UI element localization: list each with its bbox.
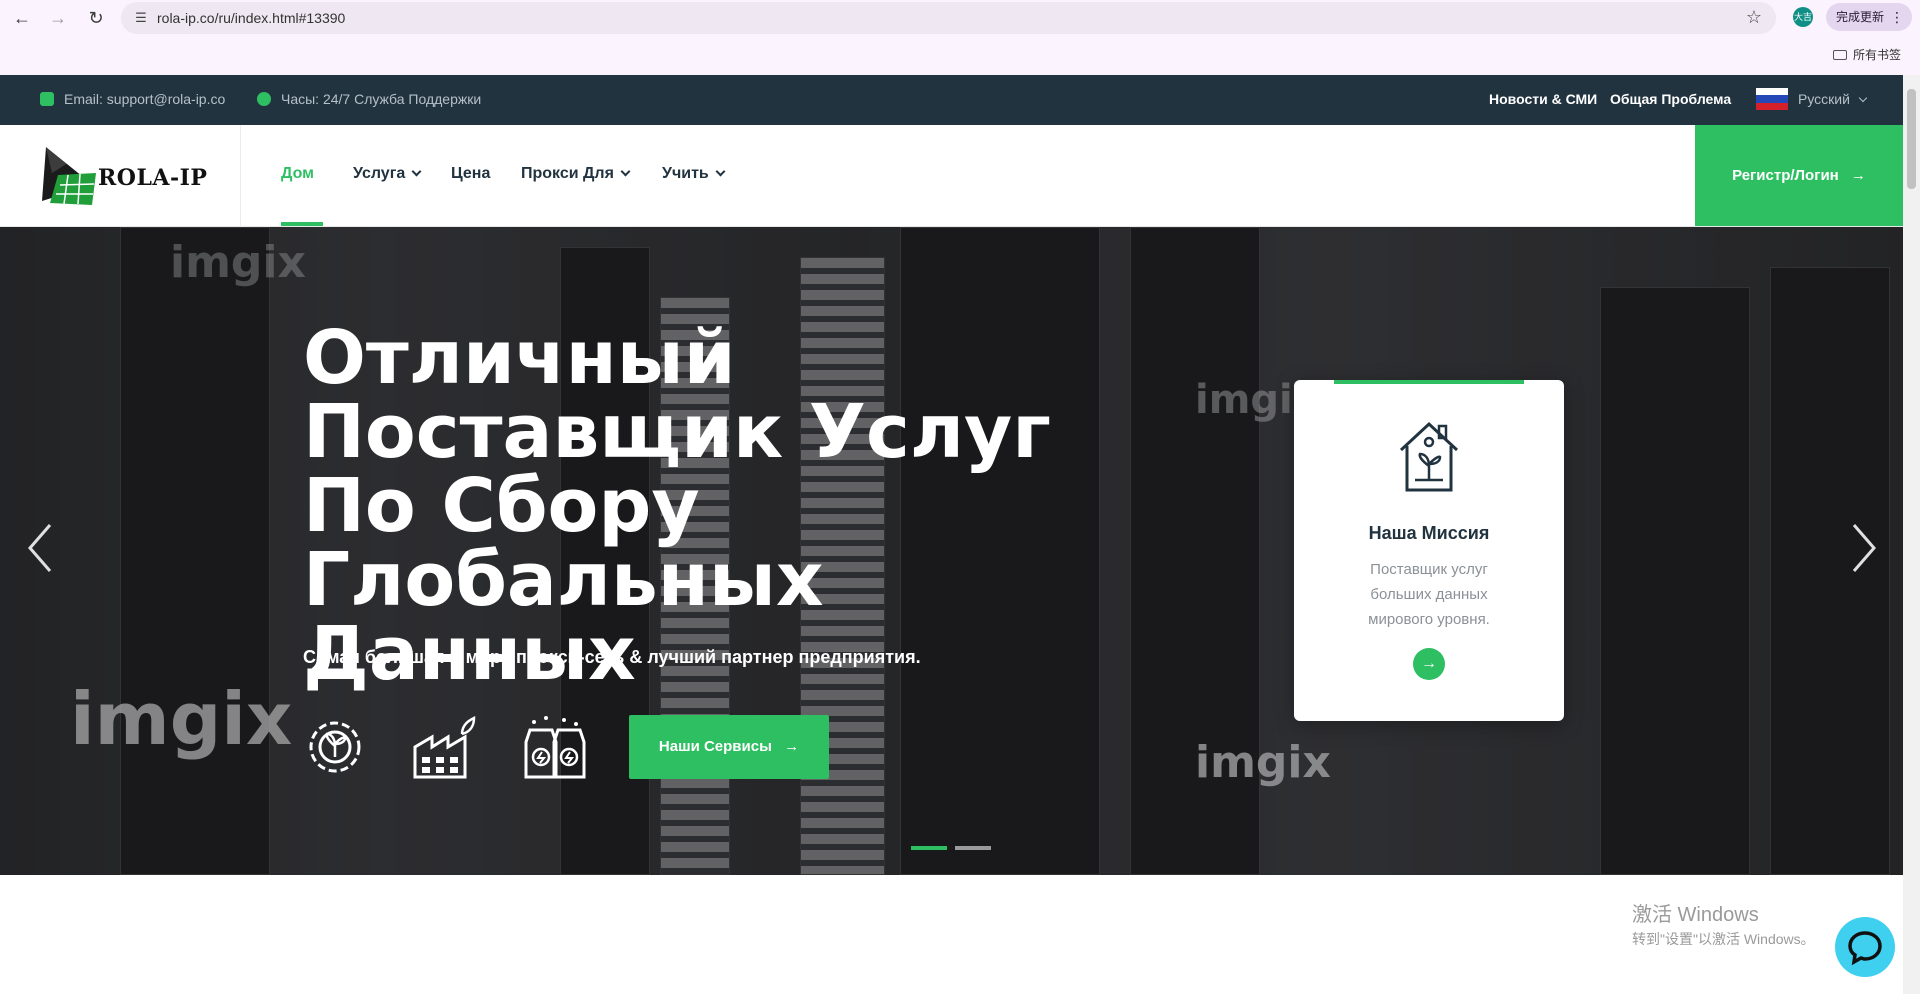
register-label: Регистр/Логин (1732, 167, 1839, 184)
menu-item-proxy-for[interactable]: Прокси Для (521, 165, 631, 183)
menu-label: Дом (281, 165, 314, 182)
news-link[interactable]: Новости & СМИ (1489, 91, 1597, 107)
bookmarks-label: 所有书签 (1853, 48, 1902, 62)
card-text: Поставщик услуг больших данных мирового … (1368, 561, 1490, 628)
folder-icon (1833, 50, 1847, 60)
update-label: 完成更新 (1836, 10, 1885, 24)
menu-label: Услуга (353, 165, 406, 182)
register-login-button[interactable]: Регистр/Логин → (1695, 125, 1903, 226)
hours-text: Часы: 24/7 Служба Поддержки (281, 91, 482, 107)
topbar-hours: Часы: 24/7 Служба Поддержки (257, 91, 481, 107)
slide-dot-1[interactable] (911, 845, 947, 850)
card-accent-bar (1334, 380, 1524, 384)
card-title: Наша Миссия (1368, 523, 1490, 543)
mission-card: Наша Миссия Поставщик услуг больших данн… (1294, 380, 1564, 721)
our-services-button[interactable]: Наши Сервисы → (629, 715, 829, 779)
forward-icon[interactable]: → (46, 6, 70, 30)
phone-icon (257, 92, 271, 106)
chevron-down-icon (715, 166, 726, 177)
mail-icon (40, 92, 54, 106)
gear-plant-icon (309, 721, 361, 773)
chevron-down-icon (411, 166, 422, 177)
hero-subtitle: Самая большая в мире прокси-сеть & лучши… (303, 647, 921, 667)
faq-link[interactable]: Общая Проблема (1610, 91, 1731, 107)
language-selector[interactable]: Русский (1798, 91, 1868, 107)
topbar-email[interactable]: Email: support@rola-ip.co (40, 91, 225, 107)
arrow-right-icon: → (784, 738, 800, 755)
logo-text[interactable]: ROLA-IP (98, 165, 207, 191)
hero-slider: imgix imgix imgix imgix Отличный Поставщ… (0, 227, 1903, 875)
site-header: ROLA-IP Дом Услуга Цена Прокси Для Учить… (0, 125, 1903, 227)
menu-label: Учить (662, 165, 709, 182)
chat-bubble-icon (1848, 931, 1882, 966)
chevron-down-icon (1858, 93, 1868, 103)
hero-title: Отличный Поставщик Услуг По Сбору Глобал… (303, 315, 1051, 697)
address-bar[interactable]: ☰ rola-ip.co/ru/index.html#13390 ☆ (121, 2, 1776, 34)
reload-icon[interactable]: ↻ (84, 6, 108, 30)
scrollbar-thumb[interactable] (1907, 89, 1916, 189)
menu-label: Прокси Для (521, 165, 614, 182)
update-button[interactable]: 完成更新 ⋮ (1826, 3, 1912, 31)
more-menu-icon[interactable]: ⋮ (1890, 3, 1904, 31)
site-info-icon[interactable]: ☰ (133, 10, 149, 26)
browser-chrome: ← → ↻ ☰ rola-ip.co/ru/index.html#13390 ☆… (0, 0, 1920, 75)
arrow-right-icon: → (1850, 167, 1866, 184)
back-icon[interactable]: ← (10, 6, 34, 30)
card-arrow-icon[interactable]: → (1413, 648, 1445, 680)
eco-house-icon (1399, 421, 1459, 492)
windows-activation-watermark: 激活 Windows 转到"设置"以激活 Windows。 (1632, 898, 1815, 949)
language-label: Русский (1798, 91, 1850, 107)
bookmark-star-icon[interactable]: ☆ (1746, 7, 1762, 28)
prev-slide-icon[interactable] (26, 523, 56, 573)
slider-pagination (911, 839, 999, 857)
site-topbar: Email: support@rola-ip.co Часы: 24/7 Слу… (0, 75, 1903, 125)
menu-active-indicator (281, 222, 323, 226)
watermark-line-1: 激活 Windows (1632, 904, 1759, 926)
email-text: Email: support@rola-ip.co (64, 91, 226, 107)
services-label: Наши Сервисы (658, 738, 772, 755)
address-url[interactable]: rola-ip.co/ru/index.html#13390 (157, 10, 345, 26)
chat-widget-button[interactable] (1835, 917, 1895, 977)
header-divider (240, 125, 241, 227)
factory-icon (413, 715, 476, 779)
logo-mark-icon (42, 147, 96, 205)
menu-item-service[interactable]: Услуга (353, 165, 422, 183)
energy-bags-icon (524, 716, 586, 779)
menu-label: Цена (451, 165, 491, 182)
page-scrollbar[interactable] (1903, 75, 1920, 994)
menu-item-learn[interactable]: Учить (662, 165, 726, 183)
menu-item-home[interactable]: Дом (281, 165, 314, 183)
profile-avatar[interactable]: 大吉 (1793, 7, 1813, 27)
all-bookmarks[interactable]: 所有书签 (1833, 46, 1901, 63)
menu-item-price[interactable]: Цена (451, 165, 490, 183)
next-slide-icon[interactable] (1848, 523, 1878, 573)
russia-flag-icon[interactable] (1756, 88, 1788, 110)
chevron-down-icon (620, 166, 631, 177)
watermark-line-2: 转到"设置"以激活 Windows。 (1632, 931, 1815, 947)
slide-dot-2[interactable] (955, 845, 991, 850)
